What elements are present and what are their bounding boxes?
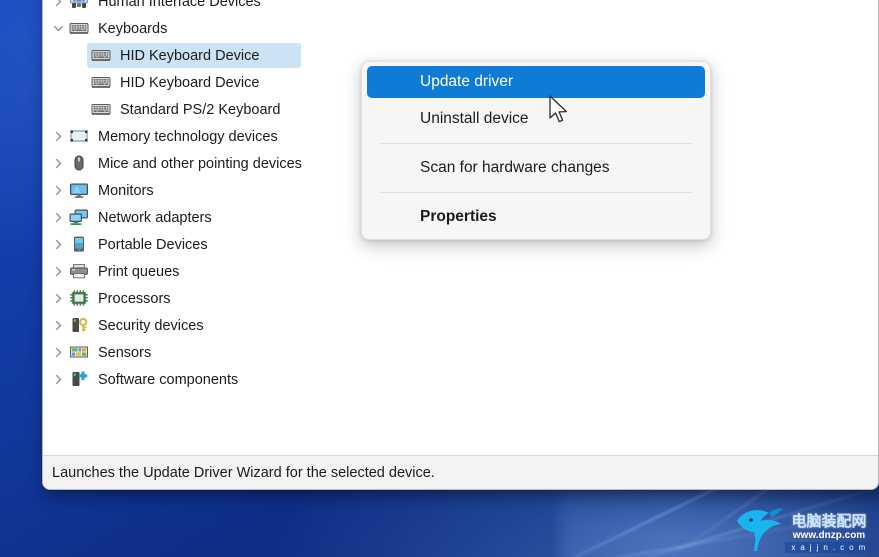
chevron-down-icon[interactable]	[47, 23, 69, 34]
tree-item-label: Software components	[98, 372, 244, 388]
sensor-icon	[69, 343, 91, 362]
chevron-right-icon[interactable]	[47, 293, 69, 304]
menu-item[interactable]: Uninstall device	[367, 103, 705, 135]
chevron-right-icon[interactable]	[47, 347, 69, 358]
menu-item-label: Update driver	[420, 73, 513, 91]
chevron-right-icon[interactable]	[47, 185, 69, 196]
keyboard-icon	[91, 100, 113, 119]
chevron-right-icon[interactable]	[47, 0, 69, 7]
tree-item-label: HID Keyboard Device	[120, 48, 265, 64]
tree-item-label: Monitors	[98, 183, 160, 199]
watermark-url-secondary: x a j j n . c o m	[785, 542, 873, 553]
status-bar-text: Launches the Update Driver Wizard for th…	[52, 465, 435, 481]
tree-item-label: Mice and other pointing devices	[98, 156, 308, 172]
device-manager-window: FirmwareHuman Interface DevicesKeyboards…	[42, 0, 879, 490]
tree-item-label: Security devices	[98, 318, 210, 334]
chevron-right-icon[interactable]	[47, 131, 69, 142]
shark-logo-icon	[729, 499, 787, 555]
tree-item-label: Sensors	[98, 345, 157, 361]
network-icon	[69, 208, 91, 227]
tree-item-label: Portable Devices	[98, 237, 214, 253]
chevron-right-icon[interactable]	[47, 320, 69, 331]
tree-item-label: Network adapters	[98, 210, 218, 226]
watermark-chinese-text: 电脑装配网	[785, 513, 873, 530]
tree-item[interactable]: Software components	[43, 366, 878, 393]
watermark: 电脑装配网 www.dnzp.com x a j j n . c o m	[729, 499, 875, 555]
tree-item[interactable]: Keyboards	[43, 15, 878, 42]
watermark-text-block: 电脑装配网 www.dnzp.com x a j j n . c o m	[785, 513, 873, 553]
chevron-right-icon[interactable]	[47, 239, 69, 250]
keyboard-icon	[91, 73, 113, 92]
menu-item[interactable]: Update driver	[367, 66, 705, 98]
tree-item[interactable]: Security devices	[43, 312, 878, 339]
memory-icon	[69, 127, 91, 146]
mouse-icon	[69, 154, 91, 173]
hid-icon	[69, 0, 91, 11]
keyboard-icon	[91, 46, 113, 65]
menu-item-label: Properties	[420, 208, 497, 226]
wallpaper-streak	[433, 507, 879, 557]
tree-item-label: HID Keyboard Device	[120, 75, 265, 91]
tree-item[interactable]: Sensors	[43, 339, 878, 366]
chevron-right-icon[interactable]	[47, 266, 69, 277]
tree-item[interactable]: Human Interface Devices	[43, 0, 878, 15]
tree-item-label: Print queues	[98, 264, 185, 280]
software-component-icon	[69, 370, 91, 389]
tree-item-label: Standard PS/2 Keyboard	[120, 102, 286, 118]
context-menu[interactable]: Update driver Uninstall device Scan for ha…	[361, 61, 711, 240]
tree-item-label: Keyboards	[98, 21, 173, 37]
tree-item-label: Human Interface Devices	[98, 0, 267, 10]
chevron-right-icon[interactable]	[47, 212, 69, 223]
watermark-url: www.dnzp.com	[785, 530, 873, 542]
status-bar: Launches the Update Driver Wizard for th…	[43, 455, 878, 489]
tree-item-label: Processors	[98, 291, 177, 307]
keyboard-icon	[69, 19, 91, 38]
portable-icon	[69, 235, 91, 254]
menu-item[interactable]: Properties	[367, 201, 705, 233]
menu-item[interactable]: Scan for hardware changes	[367, 152, 705, 184]
menu-separator	[381, 192, 691, 193]
menu-item-label: Scan for hardware changes	[420, 159, 610, 177]
printer-icon	[69, 262, 91, 281]
chevron-right-icon[interactable]	[47, 158, 69, 169]
chevron-right-icon[interactable]	[47, 374, 69, 385]
processor-icon	[69, 289, 91, 308]
tree-item-label: Memory technology devices	[98, 129, 284, 145]
tree-item[interactable]: Processors	[43, 285, 878, 312]
security-icon	[69, 316, 91, 335]
menu-separator	[381, 143, 691, 144]
menu-item-label: Uninstall device	[420, 110, 529, 128]
monitor-icon	[69, 181, 91, 200]
tree-item[interactable]: Print queues	[43, 258, 878, 285]
desktop-background: FirmwareHuman Interface DevicesKeyboards…	[0, 0, 879, 557]
